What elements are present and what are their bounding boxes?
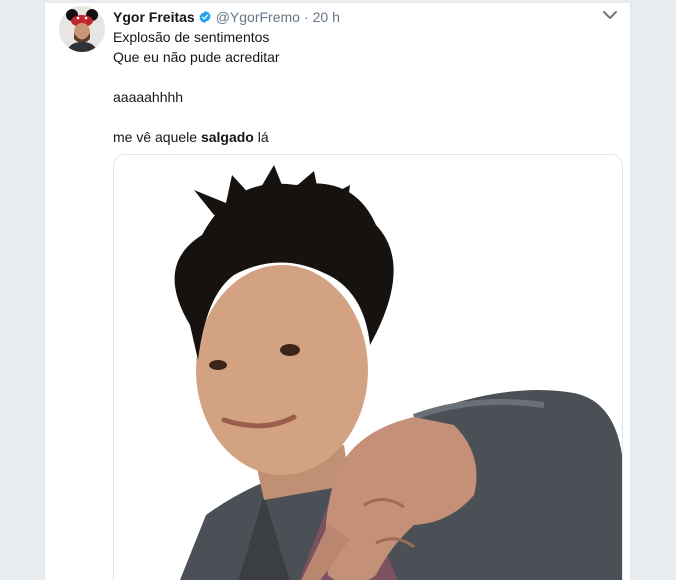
tweet-card[interactable]: Ygor Freitas @YgorFremo · 20 h Explosão … [44,3,631,580]
timeline-page: Ygor Freitas @YgorFremo · 20 h Explosão … [0,0,676,580]
tweet-header: Ygor Freitas @YgorFremo · 20 h [113,7,622,27]
separator-dot: · [303,9,309,25]
bold-text-segment: salgado [200,129,254,145]
avatar[interactable] [59,6,105,52]
verified-badge-icon [198,10,212,24]
chevron-down-icon[interactable] [602,8,618,22]
tweet-line: me vê aquele salgado lá [113,127,613,147]
photo-pointing-man [114,155,622,580]
tweet-line: aaaaahhhh [113,89,184,105]
author-handle[interactable]: @YgorFremo [216,9,300,25]
tweet-timestamp[interactable]: 20 h [313,9,340,25]
tweet-media[interactable] [113,154,623,580]
author-name[interactable]: Ygor Freitas [113,9,195,25]
text-segment: lá [253,129,269,145]
tweet-line: Explosão de sentimentos [113,29,270,45]
avatar-image [59,6,105,52]
text-segment: me vê aquele [113,129,201,145]
tweet-blank-line [113,107,613,127]
tweet-line: Que eu não pude acreditar [113,49,280,65]
tweet-text: Explosão de sentimentos Que eu não pude … [113,27,613,147]
tweet-blank-line [113,67,613,87]
